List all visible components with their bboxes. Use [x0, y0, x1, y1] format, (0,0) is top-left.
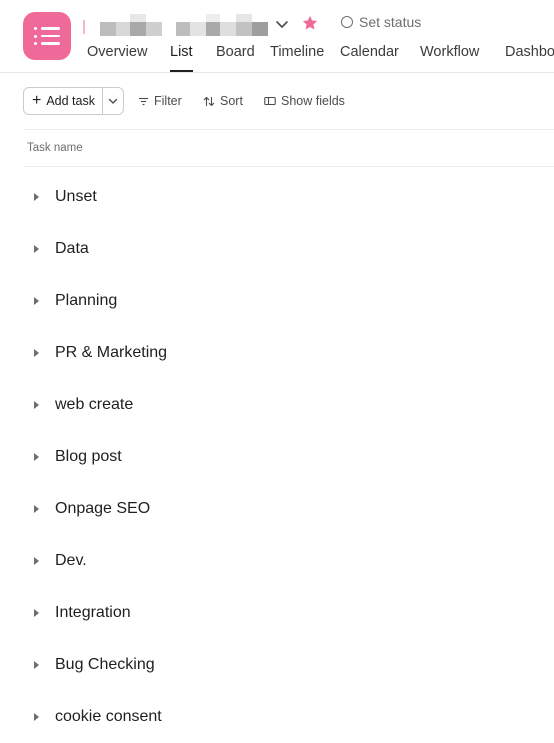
section-name: Blog post — [55, 448, 122, 465]
add-task-label: Add task — [46, 94, 95, 108]
project-title[interactable] — [100, 14, 268, 36]
caret-right-icon[interactable] — [34, 453, 39, 461]
project-icon[interactable] — [23, 12, 71, 60]
tab-list[interactable]: List — [170, 44, 193, 72]
chevron-down-icon[interactable] — [274, 16, 290, 32]
section-row[interactable]: Blog post — [23, 437, 554, 477]
filter-button[interactable]: Filter — [138, 94, 182, 108]
add-task-button-group: + Add task — [23, 87, 124, 115]
section-name: Bug Checking — [55, 656, 155, 673]
section-row[interactable]: Data — [23, 229, 554, 269]
column-header-task-name[interactable]: Task name — [27, 142, 83, 154]
plus-icon: + — [32, 91, 42, 109]
section-row[interactable]: PR & Marketing — [23, 333, 554, 373]
list-icon — [34, 26, 60, 46]
section-name: PR & Marketing — [55, 344, 168, 361]
column-header-divider — [23, 166, 554, 167]
section-row[interactable]: Onpage SEO — [23, 489, 554, 529]
caret-right-icon[interactable] — [34, 661, 39, 669]
caret-right-icon[interactable] — [34, 557, 39, 565]
section-name: web create — [55, 396, 134, 413]
section-row[interactable]: Unset — [23, 177, 554, 217]
caret-right-icon[interactable] — [34, 349, 39, 357]
section-name: Data — [55, 240, 89, 257]
tab-dashboard[interactable]: Dashbo — [505, 44, 554, 72]
status-circle-icon — [341, 16, 353, 28]
sort-icon — [203, 96, 215, 106]
chevron-down-icon — [108, 98, 118, 104]
set-status-button[interactable]: Set status — [341, 14, 421, 30]
caret-right-icon[interactable] — [34, 193, 39, 201]
caret-right-icon[interactable] — [34, 245, 39, 253]
tab-overview[interactable]: Overview — [87, 44, 147, 72]
show-fields-label: Show fields — [281, 94, 345, 108]
caret-right-icon[interactable] — [34, 401, 39, 409]
toolbar-divider — [23, 129, 554, 130]
section-row[interactable]: Bug Checking — [23, 645, 554, 685]
tab-timeline[interactable]: Timeline — [270, 44, 324, 72]
caret-right-icon[interactable] — [34, 713, 39, 721]
add-task-dropdown-button[interactable] — [103, 88, 123, 114]
section-row[interactable]: web create — [23, 385, 554, 425]
filter-icon — [139, 97, 148, 105]
set-status-label: Set status — [359, 14, 422, 30]
filter-label: Filter — [154, 94, 182, 108]
section-row[interactable]: cookie consent — [23, 697, 554, 737]
tab-workflow[interactable]: Workflow — [420, 44, 479, 72]
tab-calendar[interactable]: Calendar — [340, 44, 399, 72]
section-name: cookie consent — [55, 708, 162, 725]
section-name: Planning — [55, 292, 118, 309]
fields-icon — [264, 96, 276, 106]
show-fields-button[interactable]: Show fields — [264, 94, 345, 108]
star-icon[interactable] — [301, 14, 319, 32]
caret-right-icon[interactable] — [34, 609, 39, 617]
caret-right-icon[interactable] — [34, 505, 39, 513]
section-row[interactable]: Planning — [23, 281, 554, 321]
section-row[interactable]: Dev. — [23, 541, 554, 581]
header-divider — [0, 72, 554, 73]
sort-button[interactable]: Sort — [203, 94, 243, 108]
tab-board[interactable]: Board — [216, 44, 255, 72]
caret-right-icon[interactable] — [34, 297, 39, 305]
section-name: Integration — [55, 604, 131, 621]
project-title-accent — [83, 20, 85, 34]
section-name: Dev. — [55, 552, 87, 569]
section-name: Unset — [55, 188, 97, 205]
section-name: Onpage SEO — [55, 500, 151, 517]
section-row[interactable]: Integration — [23, 593, 554, 633]
add-task-button[interactable]: + Add task — [24, 88, 103, 114]
sort-label: Sort — [220, 94, 243, 108]
